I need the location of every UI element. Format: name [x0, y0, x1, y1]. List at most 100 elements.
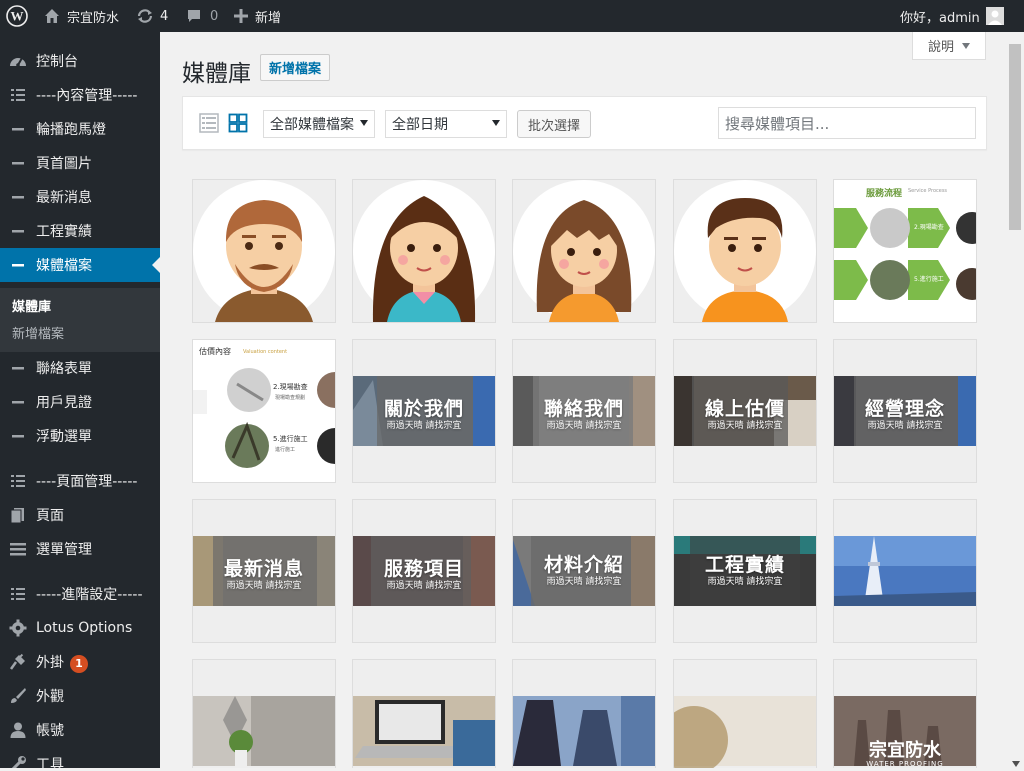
attachment-banner-contact[interactable]: 聯絡我們 雨過天晴 請找宗宜: [512, 339, 656, 483]
dashboard-icon: [9, 52, 27, 70]
attachment-banner-quote[interactable]: 線上估價 雨過天晴 請找宗宜: [673, 339, 817, 483]
dropdown-arrow-icon: [360, 120, 368, 126]
attachment-banner-services[interactable]: 服務項目 雨過天晴 請找宗宜: [352, 499, 496, 643]
menu-appearance[interactable]: 外觀: [0, 679, 160, 713]
grid-view-icon[interactable]: [228, 113, 248, 137]
greeting: 你好，admin: [900, 10, 980, 26]
menu-dashboard[interactable]: 控制台: [0, 44, 160, 78]
attachment-laptop-photo[interactable]: [352, 659, 496, 768]
menu-label: 帳號: [36, 723, 64, 739]
list-icon: [9, 86, 27, 104]
brush-icon: [9, 687, 27, 705]
menu-label: 工具: [36, 757, 64, 768]
menu-media[interactable]: 媒體檔案: [0, 248, 160, 282]
comments-count: 0: [210, 8, 219, 24]
wordpress-logo-icon[interactable]: W: [6, 0, 28, 32]
attachment-banner-projects[interactable]: 工程實績 雨過天晴 請找宗宜: [673, 499, 817, 643]
dash-icon: [9, 393, 27, 411]
svg-text:W: W: [11, 9, 24, 24]
banner-subtitle: 雨過天晴 請找宗宜: [546, 577, 622, 587]
banner-subtitle: 雨過天晴 請找宗宜: [707, 421, 783, 431]
menu-advanced-section[interactable]: -----進階設定-----: [0, 577, 160, 611]
submenu-add-new[interactable]: 新增檔案: [12, 323, 64, 342]
banner-title: 線上估價: [704, 398, 785, 420]
attachment-banner-materials[interactable]: 材料介紹 雨過天晴 請找宗宜: [512, 499, 656, 643]
banner-subtitle: 雨過天晴 請找宗宜: [386, 581, 462, 591]
new-content-link[interactable]: 新增: [234, 0, 281, 32]
menu-menus[interactable]: 選單管理: [0, 532, 160, 566]
attachment-banner-philosophy[interactable]: 經營理念 雨過天晴 請找宗宜: [833, 339, 977, 483]
gear-icon: [9, 619, 27, 637]
new-label: 新增: [255, 10, 282, 26]
attachment-service-process[interactable]: 服務流程 Service Process 2.現場勘查 5.進行施工: [833, 179, 977, 323]
submenu-library[interactable]: 媒體庫: [12, 296, 51, 315]
attachment-brand-banner[interactable]: 宗宜防水 WATER PROOFING: [833, 659, 977, 768]
dash-icon: [9, 359, 27, 377]
menu-projects[interactable]: 工程實績: [0, 214, 160, 248]
menu-lotus-options[interactable]: Lotus Options: [0, 611, 160, 645]
plugin-update-badge: 1: [70, 654, 88, 673]
scrollbar-thumb[interactable]: [1009, 44, 1021, 230]
menu-content-section[interactable]: ----內容管理-----: [0, 78, 160, 112]
service-step-2: 2.現場勘查: [914, 224, 944, 231]
dash-icon: [9, 222, 27, 240]
menu-label: 控制台: [36, 54, 78, 70]
page-scrollbar[interactable]: [1007, 32, 1024, 768]
service-process-subtitle: Service Process: [908, 188, 948, 194]
list-icon: [9, 472, 27, 490]
attachment-banner-about[interactable]: 關於我們 雨過天晴 請找宗宜: [352, 339, 496, 483]
updates-link[interactable]: 4: [136, 0, 168, 32]
banner-subtitle: 雨過天晴 請找宗宜: [386, 421, 462, 431]
attachment-avatar-woman-bangs[interactable]: [512, 179, 656, 323]
date-value: 全部日期: [392, 117, 448, 133]
menu-label: 用戶見證: [36, 395, 92, 411]
user-icon: [9, 721, 27, 739]
caret-down-icon: [962, 38, 970, 53]
attachment-interior-photo[interactable]: [192, 659, 336, 768]
attachment-avatar-woman-dark-hair[interactable]: [352, 179, 496, 323]
media-type-filter[interactable]: 全部媒體檔案: [263, 110, 375, 138]
menu-contact-forms[interactable]: 聯絡表單: [0, 351, 160, 385]
attachment-buildings-photo[interactable]: [512, 659, 656, 768]
dash-icon: [9, 154, 27, 172]
menu-page-section[interactable]: ----頁面管理-----: [0, 464, 160, 498]
menu-plugins[interactable]: 外掛 1: [0, 645, 160, 679]
home-icon: [44, 8, 60, 24]
menu-carousel[interactable]: 輪播跑馬燈: [0, 112, 160, 146]
menu-pages[interactable]: 頁面: [0, 498, 160, 532]
help-tab-button[interactable]: 說明: [912, 32, 986, 60]
date-filter[interactable]: 全部日期: [385, 110, 507, 138]
menu-news[interactable]: 最新消息: [0, 180, 160, 214]
list-view-icon[interactable]: [199, 113, 219, 137]
banner-title: 關於我們: [383, 398, 464, 420]
menu-label: Lotus Options: [36, 620, 133, 636]
menu-label: 聯絡表單: [36, 361, 92, 377]
attachment-avatar-boy[interactable]: [673, 179, 817, 323]
banner-title: 服務項目: [383, 558, 464, 580]
menu-header-images[interactable]: 頁首圖片: [0, 146, 160, 180]
menu-testimonials[interactable]: 用戶見證: [0, 385, 160, 419]
bulk-select-button[interactable]: 批次選擇: [517, 110, 592, 138]
attachment-banner-news[interactable]: 最新消息 雨過天晴 請找宗宜: [192, 499, 336, 643]
banner-subtitle: 雨過天晴 請找宗宜: [226, 581, 302, 591]
valuation-step-2-detail: 現場勘查規劃: [275, 395, 306, 401]
attachment-valuation-content[interactable]: 估價內容 Valuation content 2.現場勘查 現場勘查規劃 5.進…: [192, 339, 336, 483]
menu-floating-menu[interactable]: 浮動選單: [0, 419, 160, 453]
menu-users[interactable]: 帳號: [0, 713, 160, 747]
scroll-down-arrow-icon[interactable]: [1012, 756, 1020, 771]
media-search-input[interactable]: 搜尋媒體項目...: [718, 107, 976, 139]
add-new-media-button[interactable]: 新增檔案: [260, 54, 331, 81]
avatar: [985, 7, 1004, 25]
comments-link[interactable]: 0: [186, 0, 218, 32]
site-home-link[interactable]: 宗宜防水: [44, 0, 119, 32]
banner-subtitle: 雨過天晴 請找宗宜: [546, 421, 622, 431]
menu-tools[interactable]: 工具: [0, 747, 160, 768]
menu-label: 頁面: [36, 508, 64, 524]
attachment-avatar-man-beard[interactable]: [192, 179, 336, 323]
attachment-logo-banner[interactable]: [673, 659, 817, 768]
site-name: 宗宜防水: [67, 10, 120, 26]
attachment-skytree-banner[interactable]: [833, 499, 977, 643]
my-account[interactable]: 你好，admin: [900, 0, 1004, 32]
menu-icon: [9, 540, 27, 558]
valuation-step-5-detail: 進行施工: [275, 447, 296, 453]
